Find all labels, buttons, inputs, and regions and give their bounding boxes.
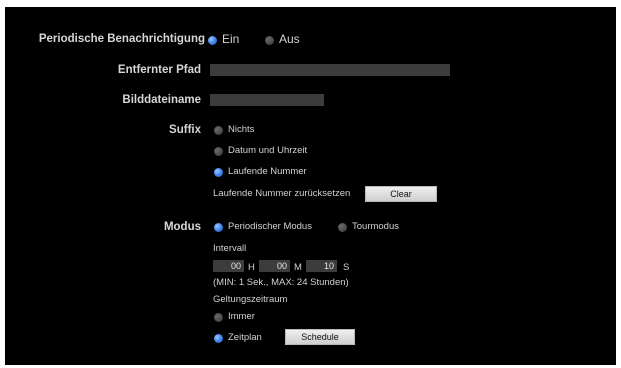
mode-tour-radio[interactable]	[338, 223, 347, 232]
suffix-sequence-label[interactable]: Laufende Nummer	[228, 166, 307, 177]
validity-always-radio[interactable]	[214, 313, 223, 322]
interval-hours-input[interactable]: 00	[213, 260, 244, 272]
suffix-label: Suffix	[169, 124, 201, 136]
periodic-notification-label: Periodische Benachrichtigung	[38, 33, 205, 45]
suffix-none-radio[interactable]	[214, 126, 223, 135]
hours-unit: H	[248, 262, 255, 273]
clear-button[interactable]: Clear	[365, 186, 437, 202]
validity-schedule-label[interactable]: Zeitplan	[228, 332, 262, 343]
suffix-datetime-radio[interactable]	[214, 147, 223, 156]
mode-periodic-radio[interactable]	[214, 223, 223, 232]
settings-panel: Periodische Benachrichtigung Ein Aus Ent…	[5, 7, 616, 365]
remote-path-input[interactable]	[210, 64, 450, 76]
interval-minutes-input[interactable]: 00	[259, 260, 290, 272]
schedule-button[interactable]: Schedule	[285, 329, 355, 345]
suffix-datetime-label[interactable]: Datum und Uhrzeit	[228, 145, 307, 156]
interval-range-note: (MIN: 1 Sek., MAX: 24 Stunden)	[213, 277, 349, 288]
periodic-on-radio[interactable]	[208, 36, 217, 45]
periodic-on-label[interactable]: Ein	[222, 32, 239, 46]
seconds-unit: S	[343, 262, 350, 273]
image-filename-label: Bilddateiname	[122, 94, 201, 106]
mode-periodic-label[interactable]: Periodischer Modus	[228, 221, 312, 232]
suffix-sequence-radio[interactable]	[214, 168, 223, 177]
image-filename-input[interactable]	[210, 94, 324, 106]
reset-sequence-label: Laufende Nummer zurücksetzen	[213, 188, 351, 199]
mode-tour-label[interactable]: Tourmodus	[352, 221, 399, 232]
interval-seconds-input[interactable]: 10	[306, 260, 337, 272]
periodic-off-label[interactable]: Aus	[279, 32, 300, 46]
validity-always-label[interactable]: Immer	[228, 311, 255, 322]
suffix-none-label[interactable]: Nichts	[228, 124, 254, 135]
validity-label: Geltungszeitraum	[213, 294, 288, 305]
minutes-unit: M	[294, 262, 302, 273]
mode-label: Modus	[163, 221, 201, 233]
periodic-off-radio[interactable]	[265, 36, 274, 45]
validity-schedule-radio[interactable]	[214, 334, 223, 343]
remote-path-label: Entfernter Pfad	[117, 64, 201, 76]
interval-label: Intervall	[213, 243, 247, 254]
